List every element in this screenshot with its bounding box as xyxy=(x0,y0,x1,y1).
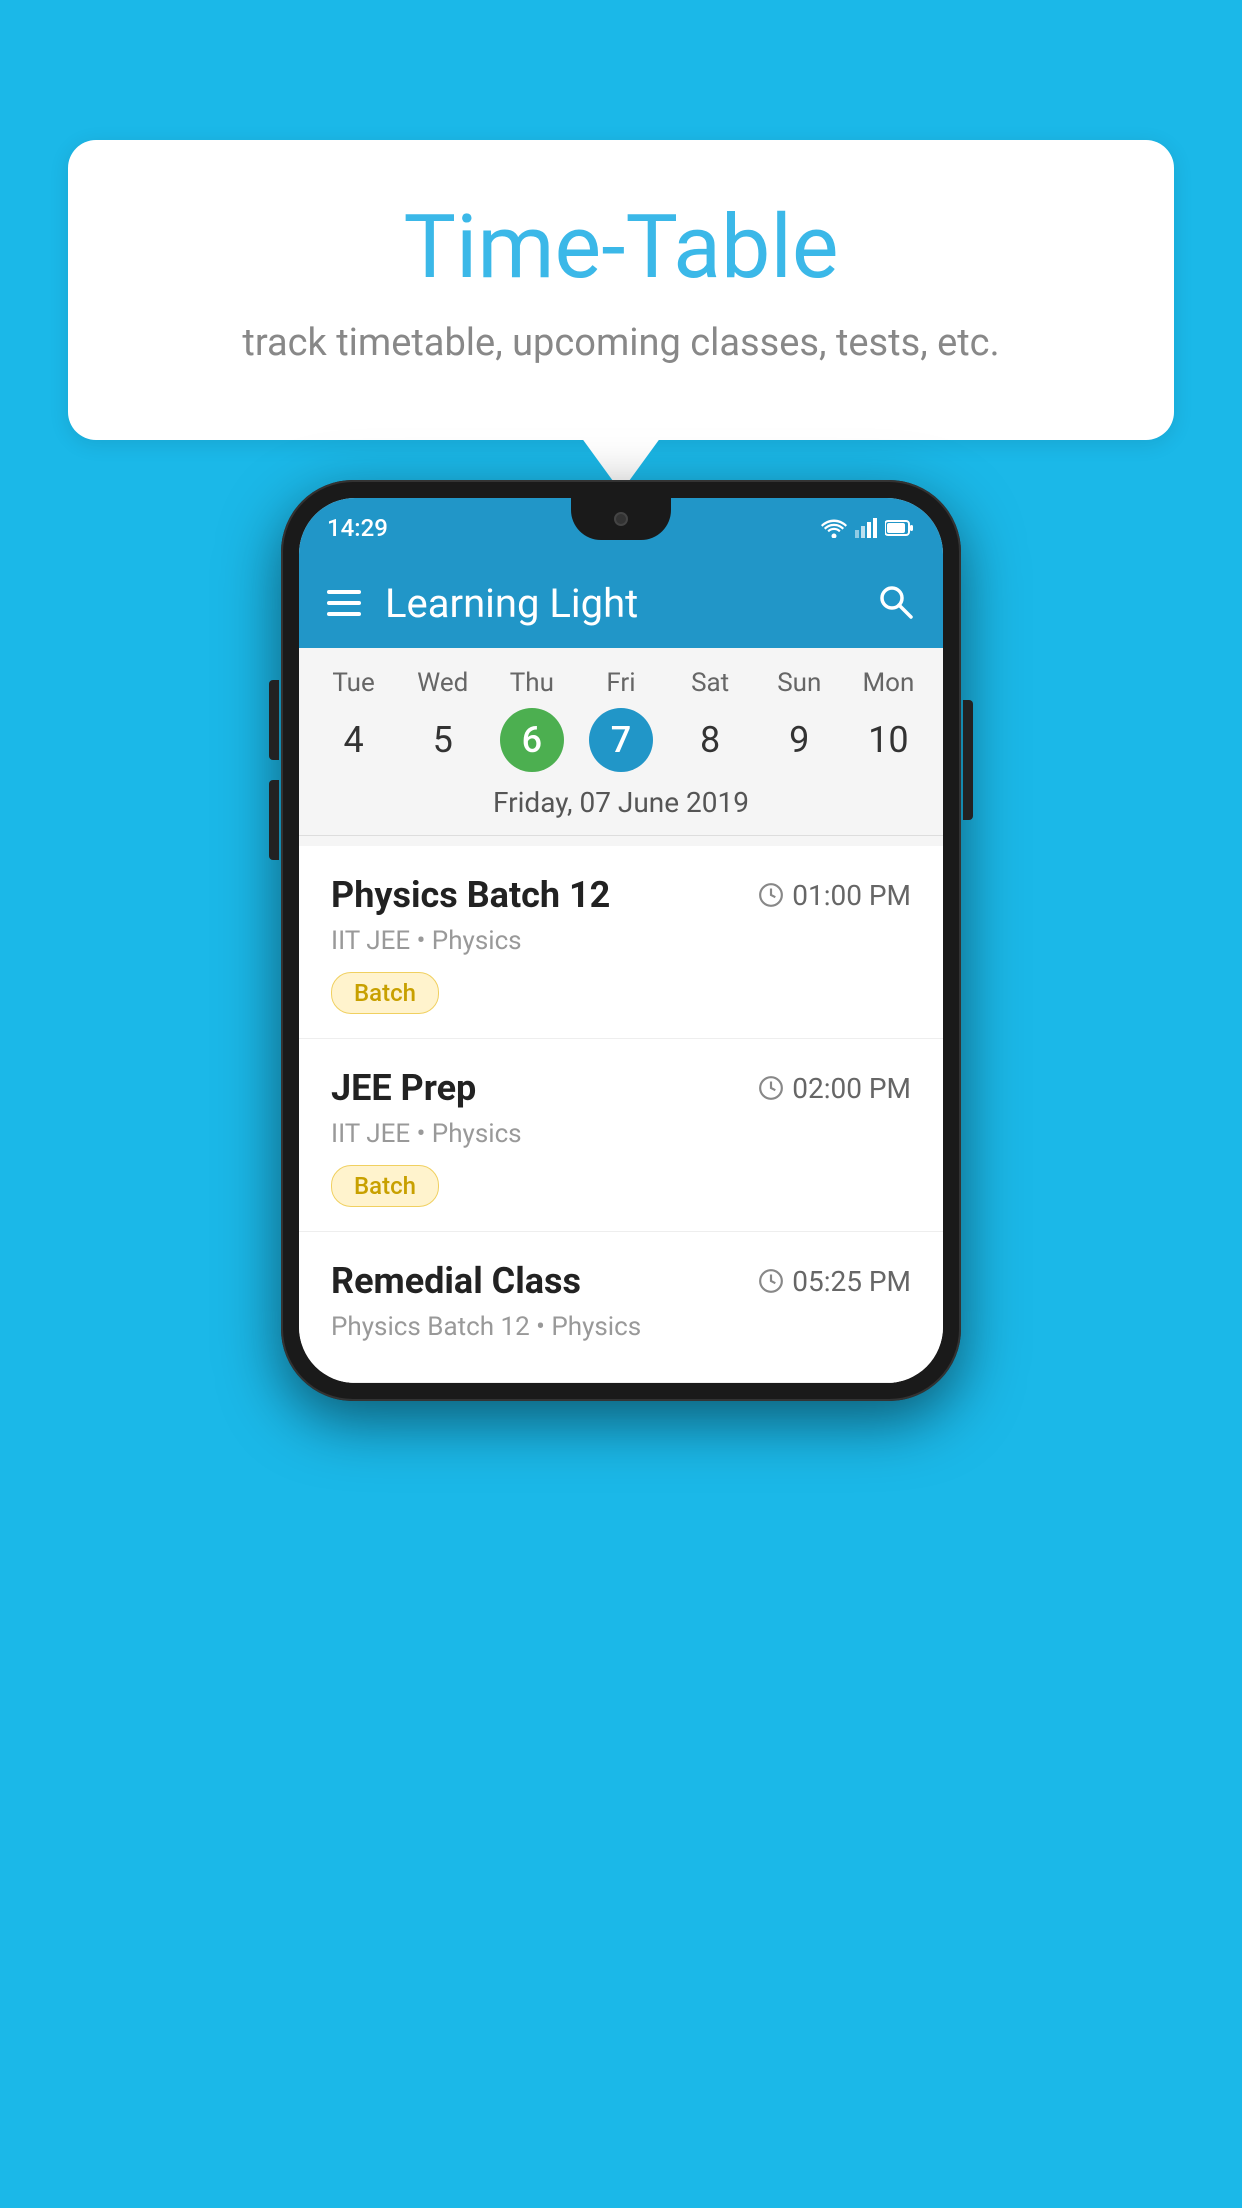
day-name: Mon xyxy=(862,668,914,698)
app-bar: Learning Light xyxy=(299,558,943,648)
day-name: Tue xyxy=(332,668,374,698)
day-column[interactable]: Sun 9 xyxy=(759,668,839,772)
clock-icon xyxy=(758,882,784,908)
phone-inner: 14:29 xyxy=(299,498,943,1383)
day-number[interactable]: 7 xyxy=(589,708,653,772)
class-name: Remedial Class xyxy=(331,1260,581,1302)
speech-bubble: Time-Table track timetable, upcoming cla… xyxy=(68,140,1174,440)
selected-date-label: Friday, 07 June 2019 xyxy=(299,772,943,836)
notch xyxy=(571,498,671,540)
day-number[interactable]: 10 xyxy=(856,708,920,772)
day-name: Fri xyxy=(606,668,635,698)
clock-icon xyxy=(758,1268,784,1294)
search-button[interactable] xyxy=(875,581,915,625)
class-time: 01:00 PM xyxy=(758,879,911,912)
battery-icon xyxy=(885,519,915,537)
class-card[interactable]: Physics Batch 12 01:00 PM IIT JEE • Physic… xyxy=(299,846,943,1039)
day-column[interactable]: Sat 8 xyxy=(670,668,750,772)
bubble-title: Time-Table xyxy=(148,200,1094,297)
class-time: 02:00 PM xyxy=(758,1072,911,1105)
class-name: Physics Batch 12 xyxy=(331,874,610,916)
day-number[interactable]: 8 xyxy=(678,708,742,772)
class-card[interactable]: Remedial Class 05:25 PM Physics Batch 12 •… xyxy=(299,1232,943,1383)
classes-list: Physics Batch 12 01:00 PM IIT JEE • Physic… xyxy=(299,846,943,1383)
day-column[interactable]: Fri 7 xyxy=(581,668,661,772)
speech-bubble-section: Time-Table track timetable, upcoming cla… xyxy=(68,140,1174,440)
days-row: Tue 4 Wed 5 Thu 6 Fri 7 Sat 8 Sun 9 Mon 10 xyxy=(299,668,943,772)
clock-icon xyxy=(758,1075,784,1101)
status-time: 14:29 xyxy=(327,514,388,542)
calendar-strip: Tue 4 Wed 5 Thu 6 Fri 7 Sat 8 Sun 9 Mon 10 Friday, 07… xyxy=(299,648,943,846)
hamburger-menu-button[interactable] xyxy=(327,590,361,616)
day-name: Thu xyxy=(510,668,554,698)
class-subtitle: IIT JEE • Physics xyxy=(331,926,911,956)
class-time: 05:25 PM xyxy=(758,1265,911,1298)
camera xyxy=(614,512,628,526)
class-subtitle: Physics Batch 12 • Physics xyxy=(331,1312,911,1342)
search-icon xyxy=(875,581,915,621)
class-card[interactable]: JEE Prep 02:00 PM IIT JEE • Physics Batch xyxy=(299,1039,943,1232)
day-name: Sat xyxy=(691,668,729,698)
day-number[interactable]: 4 xyxy=(322,708,386,772)
wifi-icon xyxy=(821,518,847,538)
day-number[interactable]: 9 xyxy=(767,708,831,772)
day-column[interactable]: Thu 6 xyxy=(492,668,572,772)
day-column[interactable]: Mon 10 xyxy=(848,668,928,772)
status-icons xyxy=(821,518,915,538)
class-card-header: Remedial Class 05:25 PM xyxy=(331,1260,911,1302)
class-card-header: JEE Prep 02:00 PM xyxy=(331,1067,911,1109)
batch-badge: Batch xyxy=(331,972,439,1014)
bubble-subtitle: track timetable, upcoming classes, tests… xyxy=(148,317,1094,370)
class-subtitle: IIT JEE • Physics xyxy=(331,1119,911,1149)
day-number[interactable]: 5 xyxy=(411,708,475,772)
class-name: JEE Prep xyxy=(331,1067,476,1109)
batch-badge: Batch xyxy=(331,1165,439,1207)
signal-icon xyxy=(855,518,877,538)
day-name: Wed xyxy=(417,668,468,698)
day-column[interactable]: Tue 4 xyxy=(314,668,394,772)
status-bar: 14:29 xyxy=(299,498,943,558)
class-card-header: Physics Batch 12 01:00 PM xyxy=(331,874,911,916)
day-name: Sun xyxy=(777,668,821,698)
app-title: Learning Light xyxy=(385,580,851,627)
day-column[interactable]: Wed 5 xyxy=(403,668,483,772)
phone-mockup: 14:29 xyxy=(281,480,961,1401)
phone-outer: 14:29 xyxy=(281,480,961,1401)
day-number[interactable]: 6 xyxy=(500,708,564,772)
